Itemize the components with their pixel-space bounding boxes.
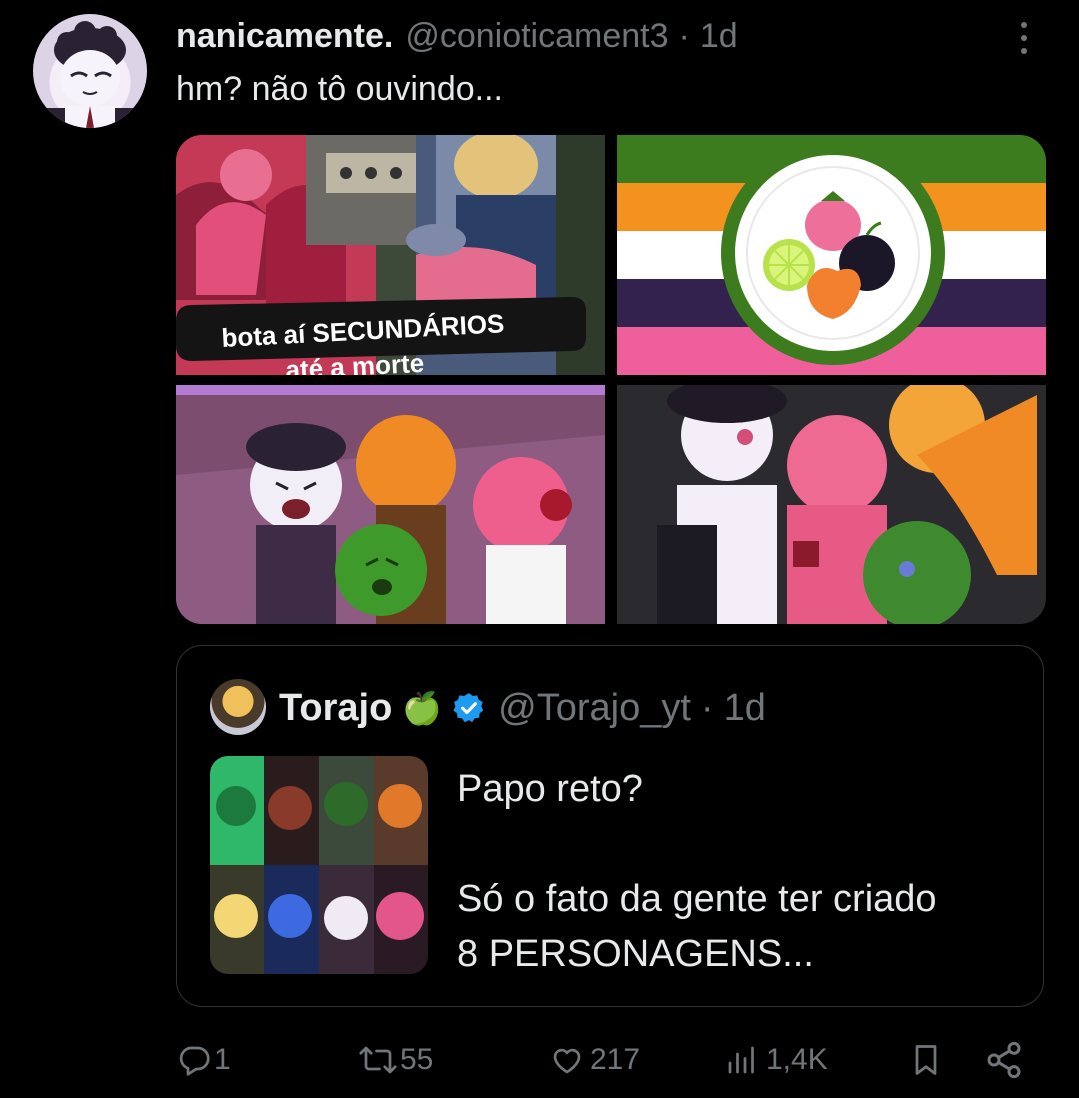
repost-icon [358, 1042, 398, 1078]
like-count: 217 [590, 1043, 641, 1076]
repost-button[interactable]: 55 [358, 1035, 433, 1085]
quote-text: Papo reto? Só o fato da gente ter criado… [457, 762, 937, 982]
tweet-text: hm? não tô ouvindo... [176, 70, 504, 108]
reply-icon [176, 1042, 212, 1078]
action-bar: 1 55 217 1,4K [0, 1035, 1079, 1085]
tweet-time[interactable]: 1d [700, 17, 738, 56]
views-icon [722, 1042, 762, 1078]
quote-time[interactable]: 1d [724, 687, 766, 730]
bookmark-icon [908, 1040, 944, 1080]
media-image-4[interactable] [617, 385, 1046, 624]
author-display-name[interactable]: nanicamente. [176, 17, 393, 56]
media-grid: bota aí SECUNDÁRIOS até a morte [176, 135, 1046, 624]
share-icon [984, 1040, 1024, 1080]
views-count: 1,4K [766, 1043, 828, 1076]
more-vertical-icon[interactable] [1010, 18, 1038, 58]
time-separator: · [678, 16, 690, 55]
quote-thumbnail[interactable] [210, 756, 428, 974]
quote-header: Torajo 🍏 @Torajo_yt · 1d [279, 684, 766, 732]
bookmark-button[interactable] [908, 1035, 944, 1085]
media-image-3[interactable] [176, 385, 605, 624]
repost-count: 55 [400, 1043, 434, 1076]
quote-display-name[interactable]: Torajo [279, 687, 392, 730]
author-handle[interactable]: @conioticament3 [405, 17, 668, 56]
quoted-tweet[interactable]: Torajo 🍏 @Torajo_yt · 1d Papo reto? Só o… [176, 645, 1044, 1007]
green-apple-emoji: 🍏 [402, 690, 443, 726]
heart-icon [548, 1042, 586, 1078]
media-image-1[interactable]: bota aí SECUNDÁRIOS até a morte [176, 135, 605, 375]
quote-time-separator: · [700, 686, 714, 729]
tweet-header: nanicamente. @conioticament3 · 1d [176, 14, 738, 58]
like-button[interactable]: 217 [548, 1035, 640, 1085]
quote-text-line2: Só o fato da gente ter criado [457, 878, 937, 920]
share-button[interactable] [984, 1035, 1024, 1085]
reply-count: 1 [214, 1043, 231, 1076]
verified-badge-icon [452, 691, 486, 725]
author-avatar[interactable] [33, 14, 147, 128]
reply-button[interactable]: 1 [176, 1035, 231, 1085]
quote-text-line1: Papo reto? [457, 768, 643, 810]
quote-author-avatar[interactable] [210, 679, 266, 735]
views-button[interactable]: 1,4K [722, 1035, 828, 1085]
quote-text-line3: 8 PERSONAGENS... [457, 933, 814, 975]
media-image-2[interactable] [617, 135, 1046, 375]
quote-handle[interactable]: @Torajo_yt [498, 687, 691, 730]
